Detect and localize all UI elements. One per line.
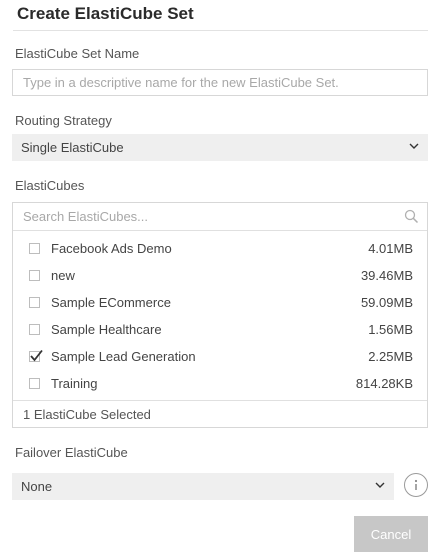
chevron-down-icon — [375, 482, 385, 488]
routing-strategy-select[interactable]: Single ElastiCube — [12, 134, 428, 161]
list-item-name: new — [51, 268, 75, 283]
list-item-size: 2.25MB — [368, 349, 413, 364]
cancel-button[interactable]: Cancel — [354, 516, 428, 552]
list-item-name: Sample Healthcare — [51, 322, 162, 337]
list-item-name: Sample Lead Generation — [51, 349, 196, 364]
title-divider — [13, 30, 428, 31]
checkbox[interactable] — [29, 297, 40, 308]
list-item-name: Training — [51, 376, 98, 391]
failover-select[interactable]: None — [12, 473, 394, 500]
routing-strategy-label: Routing Strategy — [15, 113, 112, 128]
elasticubes-search-input[interactable] — [13, 203, 398, 230]
list-item-size: 59.09MB — [360, 295, 413, 310]
list-item-training[interactable]: Training 814.28KB — [13, 370, 427, 397]
checkbox[interactable] — [29, 324, 40, 335]
info-button[interactable] — [404, 473, 428, 497]
list-item-sample-ecommerce[interactable]: Sample ECommerce 59.09MB — [13, 289, 427, 316]
chevron-down-icon — [409, 143, 419, 149]
checkbox[interactable] — [29, 243, 40, 254]
list-item-name: Facebook Ads Demo — [51, 241, 172, 256]
checkbox-checked[interactable] — [29, 349, 43, 362]
info-icon — [414, 479, 418, 490]
routing-strategy-value: Single ElastiCube — [21, 140, 124, 155]
list-item-size: 1.56MB — [368, 322, 413, 337]
checkmark-icon — [30, 349, 43, 362]
list-item-sample-healthcare[interactable]: Sample Healthcare 1.56MB — [13, 316, 427, 343]
elasticubes-search-row — [13, 203, 427, 231]
list-item-new[interactable]: new 39.46MB — [13, 262, 427, 289]
list-item-sample-lead-generation[interactable]: Sample Lead Generation 2.25MB — [13, 343, 427, 370]
selection-summary: 1 ElastiCube Selected — [13, 400, 427, 427]
search-icon — [404, 209, 419, 224]
set-name-input[interactable] — [12, 69, 428, 96]
checkbox[interactable] — [29, 270, 40, 281]
list-item-size: 39.46MB — [360, 268, 413, 283]
failover-label: Failover ElastiCube — [15, 445, 128, 460]
list-item-size: 4.01MB — [368, 241, 413, 256]
list-item-name: Sample ECommerce — [51, 295, 171, 310]
list-item-facebook-ads-demo[interactable]: Facebook Ads Demo 4.01MB — [13, 235, 427, 262]
dialog-title: Create ElastiCube Set — [17, 4, 194, 23]
elasticubes-label: ElastiCubes — [15, 178, 85, 193]
set-name-label: ElastiCube Set Name — [15, 46, 140, 61]
elasticubes-list-box: Facebook Ads Demo 4.01MB new 39.46MB Sam… — [12, 202, 428, 428]
failover-value: None — [21, 479, 53, 494]
list-item-size: 814.28KB — [355, 376, 413, 391]
checkbox[interactable] — [29, 378, 40, 389]
